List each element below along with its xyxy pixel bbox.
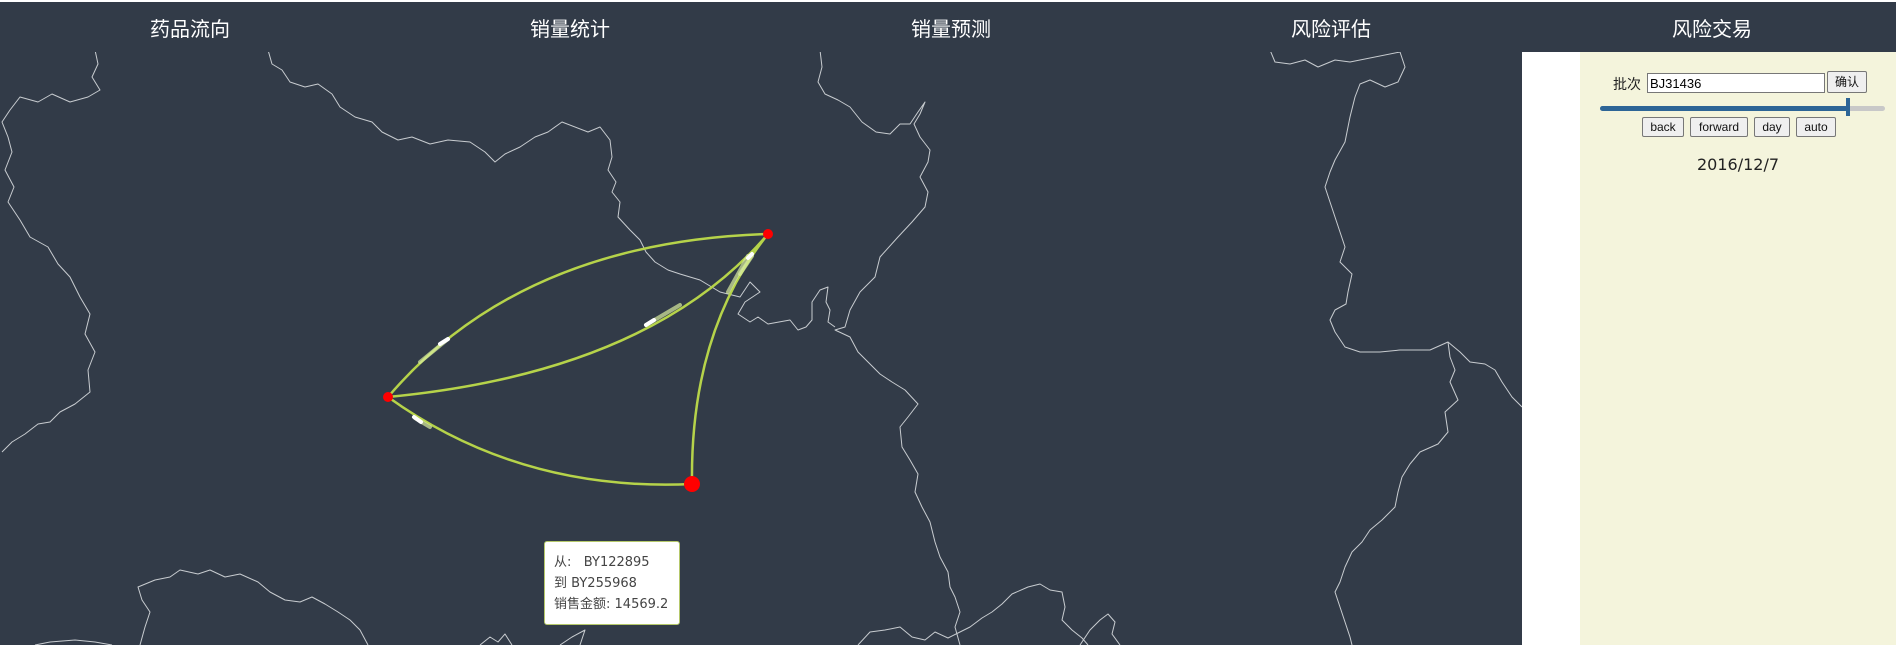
nav-item-risk-trade[interactable]: 风险交易: [1562, 2, 1862, 52]
current-date: 2016/12/7: [1696, 155, 1780, 174]
forward-button[interactable]: forward: [1690, 117, 1748, 137]
region-border: [268, 52, 836, 331]
tooltip-from-row: 从: BY122895: [554, 552, 670, 573]
flow-line[interactable]: [387, 395, 693, 486]
flow-line[interactable]: [387, 233, 769, 399]
batch-label: 批次: [1613, 77, 1641, 93]
tooltip-to-row: 到 BY255968: [554, 573, 670, 594]
day-button[interactable]: day: [1754, 117, 1790, 137]
nav-item-drug-flow[interactable]: 药品流向: [40, 2, 340, 52]
region-border: [857, 583, 1089, 645]
nav-item-sales-forecast[interactable]: 销量预测: [801, 2, 1101, 52]
region-border: [1079, 613, 1121, 645]
region-border: [1, 52, 101, 453]
node-marker-highlight[interactable]: [684, 476, 700, 492]
flow-lines: [387, 232, 769, 486]
flow-map[interactable]: 从: BY122895 到 BY255968 销售金额: 14569.2: [0, 52, 1522, 645]
batch-input[interactable]: [1647, 73, 1825, 93]
region-border: [479, 629, 586, 645]
region-border: [1334, 341, 1459, 645]
timeline-slider[interactable]: [1600, 106, 1885, 111]
map-svg: [1, 52, 1522, 645]
nav-item-sales-stats[interactable]: 销量统计: [420, 2, 720, 52]
flow-line[interactable]: [387, 232, 769, 398]
timeline-slider-fill: [1600, 106, 1848, 111]
top-nav: 药品流向 销量统计 销量预测 风险评估 风险交易: [0, 2, 1896, 52]
timeline-slider-thumb[interactable]: [1845, 98, 1850, 116]
region-border: [817, 52, 961, 645]
auto-button[interactable]: auto: [1796, 117, 1836, 137]
region-border: [1270, 52, 1522, 408]
map-gap: [1522, 52, 1580, 645]
confirm-button[interactable]: 确认: [1827, 71, 1867, 93]
tooltip-amount-row: 销售金额: 14569.2: [554, 594, 670, 615]
region-border: [137, 569, 369, 645]
tooltip-to-value: BY255968: [571, 576, 637, 591]
tooltip-amount-label: 销售金额:: [554, 597, 611, 612]
back-button[interactable]: back: [1642, 117, 1684, 137]
control-panel: 批次 确认 back forward day auto 2016/12/7: [1580, 52, 1896, 645]
region-border: [34, 639, 113, 645]
flow-trail: [746, 252, 754, 260]
tooltip-from-label: 从:: [554, 555, 572, 570]
node-marker[interactable]: [383, 392, 393, 402]
tooltip-from-value: BY122895: [583, 555, 650, 570]
flow-tooltip: 从: BY122895 到 BY255968 销售金额: 14569.2: [544, 541, 680, 625]
flow-trail: [438, 337, 450, 346]
tooltip-amount-value: 14569.2: [614, 597, 669, 612]
node-marker[interactable]: [763, 229, 773, 239]
region-borders: [1, 52, 1522, 645]
flow-trails: [412, 252, 754, 429]
tooltip-to-label: 到: [554, 576, 568, 591]
nav-item-risk-assessment[interactable]: 风险评估: [1181, 2, 1481, 52]
